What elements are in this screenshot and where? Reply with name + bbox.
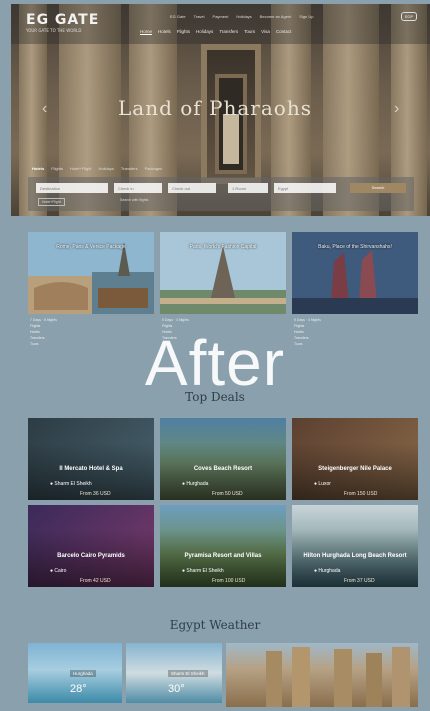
checkout-input[interactable]: Check out [168, 183, 216, 193]
top-link[interactable]: Payment [213, 14, 229, 19]
top-link[interactable]: Holidays [236, 14, 251, 19]
hotel-location: ● Hurghada [314, 568, 341, 574]
weather-city: Sharm El Sheikh [168, 670, 208, 677]
hotel-location: ● Cairo [50, 568, 67, 574]
card-shade [292, 505, 418, 587]
search-tabs: Hotels Flights Hotel+Flight Holidays Tra… [28, 166, 414, 171]
package-card[interactable]: Paris, World's Fashion Capital [160, 232, 286, 314]
card-shade [28, 505, 154, 587]
search-bar: Destination Check in Check out 1 Room Eg… [28, 177, 414, 211]
weather-card[interactable]: Hurghada 28° [28, 643, 122, 703]
nav-item-transfers[interactable]: Transfers [219, 29, 238, 35]
hotel-price: From 42 USD [80, 578, 111, 584]
hotel-flight-button[interactable]: Hotel+Flight [38, 198, 65, 206]
chevron-left-icon[interactable]: ‹ [42, 100, 47, 118]
nav-item-hotels[interactable]: Hotels [158, 29, 171, 35]
chevron-right-icon[interactable]: › [394, 100, 399, 118]
hotel-name: Hilton Hurghada Long Beach Resort [303, 553, 407, 559]
package-card[interactable]: Baku, Place of the Shirvanshahs! [292, 232, 418, 314]
hotel-name: Coves Beach Resort [193, 466, 253, 472]
checkin-input[interactable]: Check in [114, 183, 162, 193]
watermark: After [144, 327, 286, 399]
location-pin-icon: ● [50, 568, 54, 574]
temple-columns-image [266, 647, 410, 707]
weather-temp: 28° [70, 683, 87, 695]
package-title: Rome, Paris & Venice Package [56, 244, 126, 250]
nav-item-contact[interactable]: Contact [276, 29, 292, 35]
location-pin-icon: ● [314, 481, 318, 487]
nav-item-visa[interactable]: Visa [261, 29, 270, 35]
hero-title: Land of Pharaohs [118, 96, 312, 120]
nav-item-tours[interactable]: Tours [244, 29, 255, 35]
hotel-name: Pyramisa Resort and Villas [184, 553, 262, 559]
hotel-name: Barcelo Cairo Pyramids [57, 553, 125, 559]
package-title: Baku, Place of the Shirvanshahs! [318, 244, 392, 250]
location-pin-icon: ● [50, 481, 54, 487]
nav-item-holidays[interactable]: Holidays [196, 29, 213, 35]
hero-doorway-light [223, 114, 239, 164]
hotel-card[interactable]: Coves Beach Resort ● Hurghada From 50 US… [160, 418, 286, 500]
weather-image-luxor [226, 643, 418, 707]
hotel-price: From 37 USD [344, 578, 375, 584]
hotel-card[interactable]: Steigenberger Nile Palace ● Luxor From 1… [292, 418, 418, 500]
search-note[interactable]: Search with flights [120, 198, 148, 202]
location-pin-icon: ● [182, 568, 186, 574]
tab-packages[interactable]: Packages [145, 166, 163, 171]
rooms-select[interactable]: 1 Room [228, 183, 268, 193]
top-link[interactable]: EG Gate [170, 14, 186, 19]
currency-button[interactable]: EGP [401, 12, 417, 21]
location-pin-icon: ● [182, 481, 186, 487]
weather-city: Hurghada [70, 670, 96, 677]
hotel-price: From 36 USD [80, 491, 111, 497]
hotel-card[interactable]: Hilton Hurghada Long Beach Resort ● Hurg… [292, 505, 418, 587]
search-button[interactable]: Search [350, 183, 406, 193]
top-link[interactable]: Sign Up [299, 14, 313, 19]
tab-hotels[interactable]: Hotels [32, 166, 44, 171]
tab-flights[interactable]: Flights [51, 166, 63, 171]
hotel-card[interactable]: Barcelo Cairo Pyramids ● Cairo From 42 U… [28, 505, 154, 587]
weather-temp: 30° [168, 683, 185, 695]
logo-tagline: YOUR GATE TO THE WORLD [26, 28, 82, 33]
tab-hotel-flight[interactable]: Hotel+Flight [70, 166, 91, 171]
nav-item-home[interactable]: Home [140, 29, 153, 35]
weather-title: Egypt Weather [169, 618, 261, 632]
search-panel: Hotels Flights Hotel+Flight Holidays Tra… [28, 166, 414, 212]
tab-transfers[interactable]: Transfers [121, 166, 138, 171]
hotel-card[interactable]: Pyramisa Resort and Villas ● Sharm El Sh… [160, 505, 286, 587]
hotel-name: Steigenberger Nile Palace [318, 466, 392, 472]
card-shade [160, 418, 286, 500]
top-links: EG Gate Travel Payment Holidays Become a… [170, 14, 313, 19]
hotel-location: ● Luxor [314, 481, 331, 487]
card-shade [292, 418, 418, 500]
logo[interactable]: EG GATE YOUR GATE TO THE WORLD [26, 12, 100, 33]
hotel-price: From 150 USD [344, 491, 378, 497]
location-pin-icon: ● [314, 568, 318, 574]
top-link[interactable]: Become an Agent [260, 14, 292, 19]
nationality-select[interactable]: Egypt [274, 183, 336, 193]
hotel-location: ● Sharm El Sheikh [182, 568, 224, 574]
hotel-card[interactable]: Il Mercato Hotel & Spa ● Sharm El Sheikh… [28, 418, 154, 500]
logo-text: EG GATE [26, 12, 100, 28]
card-shade [160, 505, 286, 587]
package-card[interactable]: Rome, Paris & Venice Package [28, 232, 154, 314]
hotel-location: ● Sharm El Sheikh [50, 481, 92, 487]
hotel-price: From 50 USD [212, 491, 243, 497]
hotel-price: From 100 USD [212, 578, 246, 584]
main-nav: Home Hotels Flights Holidays Transfers T… [140, 29, 291, 35]
tab-holidays[interactable]: Holidays [98, 166, 113, 171]
card-shade [28, 418, 154, 500]
hotel-location: ● Hurghada [182, 481, 209, 487]
hotel-name: Il Mercato Hotel & Spa [59, 466, 123, 472]
nav-item-flights[interactable]: Flights [177, 29, 190, 35]
destination-input[interactable]: Destination [36, 183, 108, 193]
top-link[interactable]: Travel [194, 14, 205, 19]
weather-card[interactable]: Sharm El Sheikh 30° [126, 643, 222, 703]
package-title: Paris, World's Fashion Capital [189, 244, 257, 250]
